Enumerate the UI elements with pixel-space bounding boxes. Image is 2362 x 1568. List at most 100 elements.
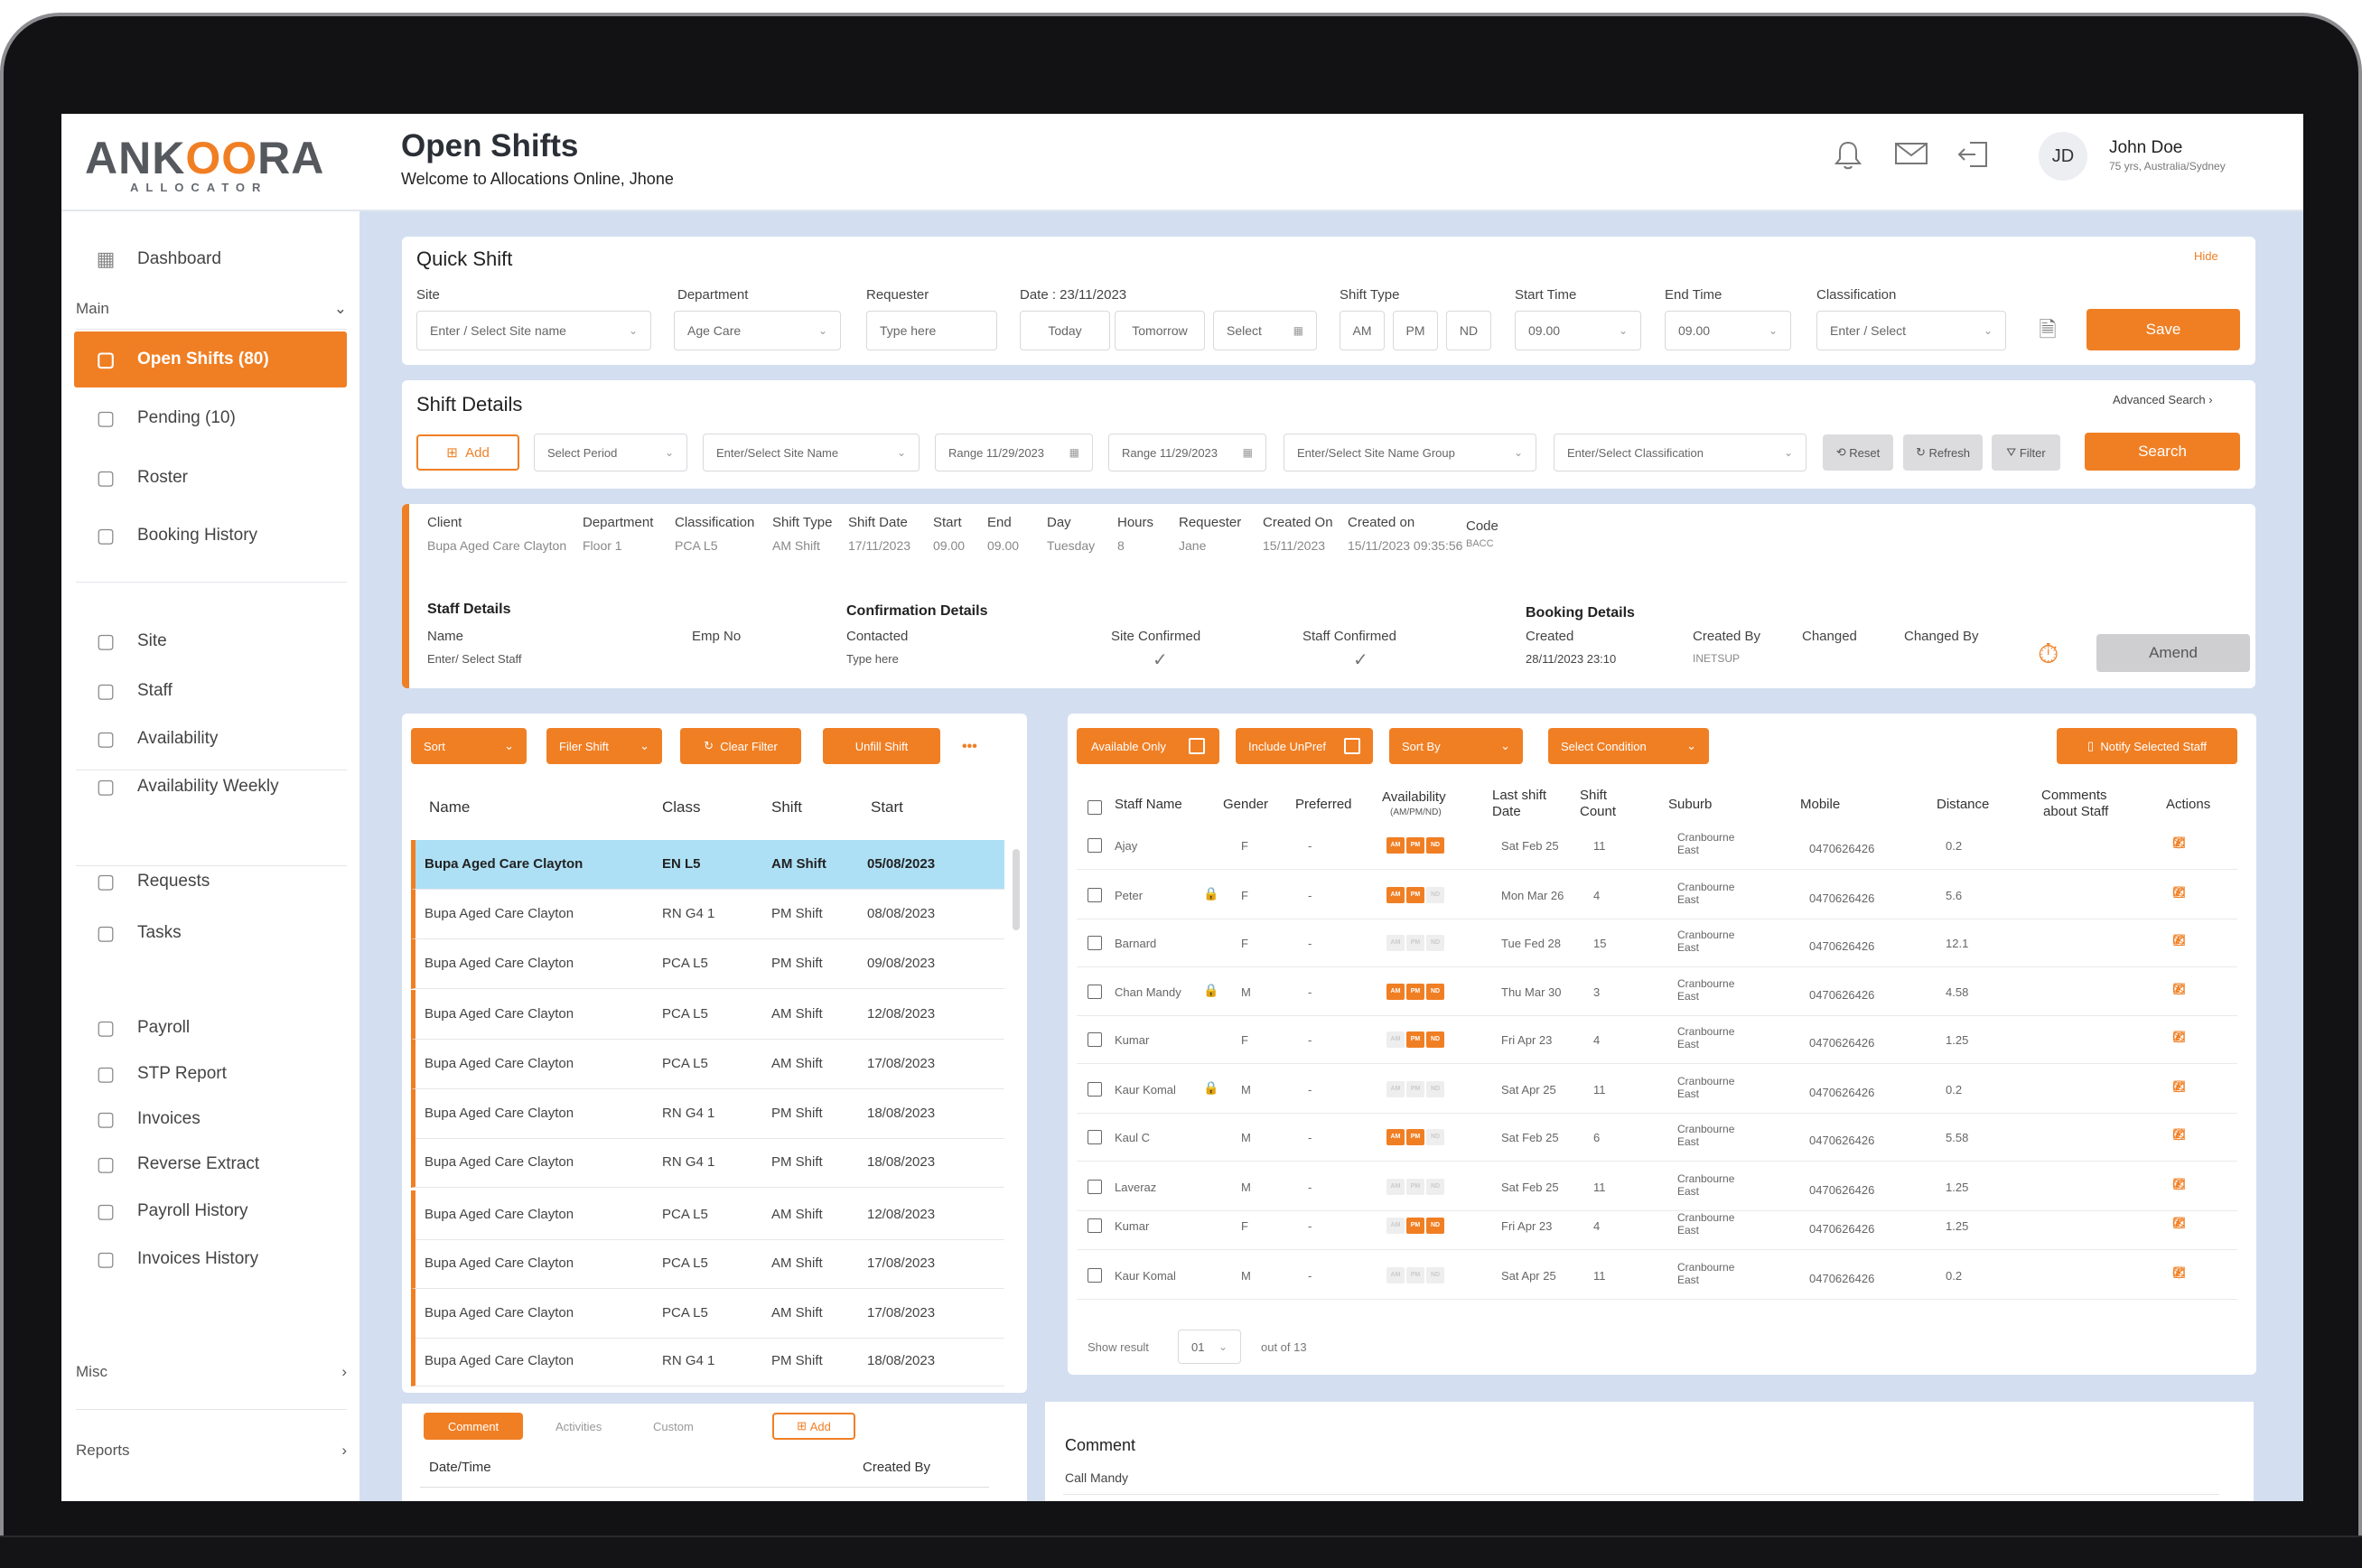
row-checkbox[interactable] <box>1088 1082 1102 1097</box>
row-checkbox[interactable] <box>1088 1180 1102 1194</box>
phone-icon[interactable]: ✆ <box>2172 1265 2189 1283</box>
table-row[interactable]: Ajay F - Sat Feb 25 11 Cranbourne East 04706264… <box>1077 822 2237 870</box>
mail-icon[interactable] <box>1891 139 1931 179</box>
phone-icon[interactable]: ✆ <box>2172 1029 2189 1047</box>
amend-button[interactable]: Amend <box>2096 634 2250 672</box>
table-row[interactable]: Kaul C M - Sat Feb 25 6 Cranbourne East 0470626… <box>1077 1114 2237 1162</box>
start-time-select[interactable]: 09.00 ⌄ <box>1515 311 1641 350</box>
search-button[interactable]: Search <box>2085 433 2240 471</box>
row-checkbox[interactable] <box>1088 1130 1102 1144</box>
table-row[interactable]: Bupa Aged Care Clayton RN G4 1 PM Shift 18/… <box>411 1138 1004 1188</box>
table-row[interactable]: Bupa Aged Care Clayton PCA L5 AM Shift 17/0… <box>411 1289 1004 1339</box>
sort-by-dropdown[interactable]: Sort By ⌄ <box>1389 728 1523 764</box>
table-row[interactable]: Bupa Aged Care Clayton PCA L5 AM Shift 12/0… <box>411 990 1004 1040</box>
document-icon[interactable]: 🗎 <box>2028 311 2068 350</box>
sidebar-item-invoices-history[interactable]: ▢ Invoices History <box>74 1231 347 1287</box>
sidebar-item-open-shifts-80[interactable]: ▢ Open Shifts (80) <box>74 331 347 387</box>
date-select[interactable]: Select ▦ <box>1213 311 1317 350</box>
more-icon[interactable]: ••• <box>962 739 977 755</box>
phone-icon[interactable]: ✆ <box>2172 1078 2189 1097</box>
table-row[interactable]: Chan Mandy M - Thu Mar 30 3 Cranbourne East 047… <box>1077 968 2237 1016</box>
department-select[interactable]: Age Care ⌄ <box>674 311 841 350</box>
table-row[interactable]: Kaur Komal M - Sat Apr 25 11 Cranbourne East 04… <box>1077 1252 2237 1300</box>
per-page-select[interactable]: 01 ⌄ <box>1178 1330 1241 1364</box>
phone-icon[interactable]: ✆ <box>2172 932 2189 950</box>
nd-toggle[interactable]: ND <box>1446 311 1491 350</box>
range-end-input[interactable]: Range 11/29/2023 ▦ <box>1108 434 1266 471</box>
sidebar-group-reports[interactable]: Reports › <box>76 1442 347 1460</box>
requester-input[interactable]: Type here <box>866 311 997 350</box>
table-row[interactable]: Bupa Aged Care Clayton RN G4 1 PM Shift 18/… <box>411 1337 1004 1386</box>
staff-confirmed-check-icon[interactable]: ✓ <box>1353 649 1368 671</box>
table-row[interactable]: Bupa Aged Care Clayton RN G4 1 PM Shift 18/… <box>411 1089 1004 1139</box>
classification-filter-select[interactable]: Enter/Select Classification ⌄ <box>1554 434 1807 471</box>
filter-button[interactable]: ⛛ Filter <box>1992 434 2060 471</box>
table-row[interactable]: Bupa Aged Care Clayton RN G4 1 PM Shift 08/… <box>411 890 1004 939</box>
table-row[interactable]: Bupa Aged Care Clayton PCA L5 AM Shift 12/0… <box>411 1190 1004 1240</box>
classification-select[interactable]: Enter / Select ⌄ <box>1816 311 2006 350</box>
end-time-select[interactable]: 09.00 ⌄ <box>1665 311 1791 350</box>
notify-selected-staff-button[interactable]: ▯ Notify Selected Staff <box>2057 728 2237 764</box>
row-checkbox[interactable] <box>1088 1268 1102 1283</box>
phone-icon[interactable]: ✆ <box>2172 835 2189 853</box>
table-row[interactable]: Bupa Aged Care Clayton PCA L5 PM Shift 09/0… <box>411 939 1004 989</box>
advanced-search-link[interactable]: Advanced Search › <box>2113 393 2213 406</box>
site-confirmed-check-icon[interactable]: ✓ <box>1153 649 1168 671</box>
reset-button[interactable]: ⟲ Reset <box>1823 434 1893 471</box>
filter-shift-dropdown[interactable]: Filer Shift ⌄ <box>546 728 662 764</box>
scrollbar[interactable] <box>1013 849 1020 930</box>
refresh-button[interactable]: ↻ Refresh <box>1903 434 1983 471</box>
bell-icon[interactable] <box>1828 139 1868 179</box>
site-select[interactable]: Enter / Select Site name ⌄ <box>416 311 651 350</box>
sort-dropdown[interactable]: Sort ⌄ <box>411 728 527 764</box>
sidebar-item-dashboard[interactable]: ▦ Dashboard <box>74 231 347 287</box>
timer-icon[interactable]: ⏱ <box>2038 639 2059 670</box>
sidebar-item-requests[interactable]: ▢ Requests <box>74 854 347 910</box>
am-toggle[interactable]: AM <box>1340 311 1385 350</box>
phone-icon[interactable]: ✆ <box>2172 981 2189 999</box>
row-checkbox[interactable] <box>1088 1218 1102 1233</box>
table-row[interactable]: Peter F - Mon Mar 26 4 Cranbourne East 04706264… <box>1077 872 2237 919</box>
phone-icon[interactable]: ✆ <box>2172 1126 2189 1144</box>
sidebar-item-tasks[interactable]: ▢ Tasks <box>74 905 347 961</box>
unfill-shift-button[interactable]: Unfill Shift <box>823 728 940 764</box>
period-select[interactable]: Select Period ⌄ <box>534 434 687 471</box>
table-row[interactable]: Bupa Aged Care Clayton EN L5 AM Shift 05/08… <box>411 840 1004 890</box>
sidebar-item-roster[interactable]: ▢ Roster <box>74 450 347 506</box>
row-checkbox[interactable] <box>1088 888 1102 902</box>
tab-comment[interactable]: Comment <box>424 1413 523 1440</box>
tomorrow-button[interactable]: Tomorrow <box>1115 311 1205 350</box>
tab-activities[interactable]: Activities <box>555 1420 602 1433</box>
row-checkbox[interactable] <box>1088 936 1102 950</box>
sidebar-group-misc[interactable]: Misc › <box>76 1363 347 1381</box>
sidebar-item-availability-weekly[interactable]: ▢ Availability Weekly <box>74 759 347 815</box>
staff-name-input[interactable]: Enter/ Select Staff <box>427 652 522 666</box>
select-all-checkbox[interactable] <box>1088 800 1102 815</box>
hide-link[interactable]: Hide <box>2194 249 2218 263</box>
phone-icon[interactable]: ✆ <box>2172 1176 2189 1194</box>
row-checkbox[interactable] <box>1088 985 1102 999</box>
table-row[interactable]: Kumar F - Fri Apr 23 4 Cranbourne East 04706264… <box>1077 1016 2237 1064</box>
row-checkbox[interactable] <box>1088 838 1102 853</box>
sidebar-item-site[interactable]: ▢ Site <box>74 613 347 669</box>
select-condition-dropdown[interactable]: Select Condition ⌄ <box>1548 728 1709 764</box>
user-profile[interactable]: JD John Doe 75 yrs, Australia/Sydney <box>2039 132 2226 181</box>
table-row[interactable]: Kaur Komal M - Sat Apr 25 11 Cranbourne East 04… <box>1077 1066 2237 1114</box>
site-name-select[interactable]: Enter/Select Site Name ⌄ <box>703 434 920 471</box>
include-unpref-toggle[interactable]: Include UnPref <box>1236 728 1373 764</box>
tab-custom[interactable]: Custom <box>653 1420 694 1433</box>
sidebar-item-pending-10[interactable]: ▢ Pending (10) <box>74 390 347 446</box>
phone-icon[interactable]: ✆ <box>2172 1215 2189 1233</box>
clear-filter-button[interactable]: ↻ Clear Filter <box>680 728 801 764</box>
logout-icon[interactable] <box>1953 139 1993 179</box>
contacted-input[interactable]: Type here <box>846 652 899 666</box>
save-button[interactable]: Save <box>2087 309 2240 350</box>
add-button[interactable]: ⊞ Add <box>416 434 519 471</box>
today-button[interactable]: Today <box>1020 311 1110 350</box>
pm-toggle[interactable]: PM <box>1393 311 1438 350</box>
sidebar-item-booking-history[interactable]: ▢ Booking History <box>74 508 347 564</box>
available-only-toggle[interactable]: Available Only <box>1077 728 1219 764</box>
range-start-input[interactable]: Range 11/29/2023 ▦ <box>935 434 1093 471</box>
table-row[interactable]: Bupa Aged Care Clayton PCA L5 AM Shift 17/0… <box>411 1239 1004 1289</box>
add-comment-button[interactable]: ⊞ Add <box>772 1413 855 1440</box>
